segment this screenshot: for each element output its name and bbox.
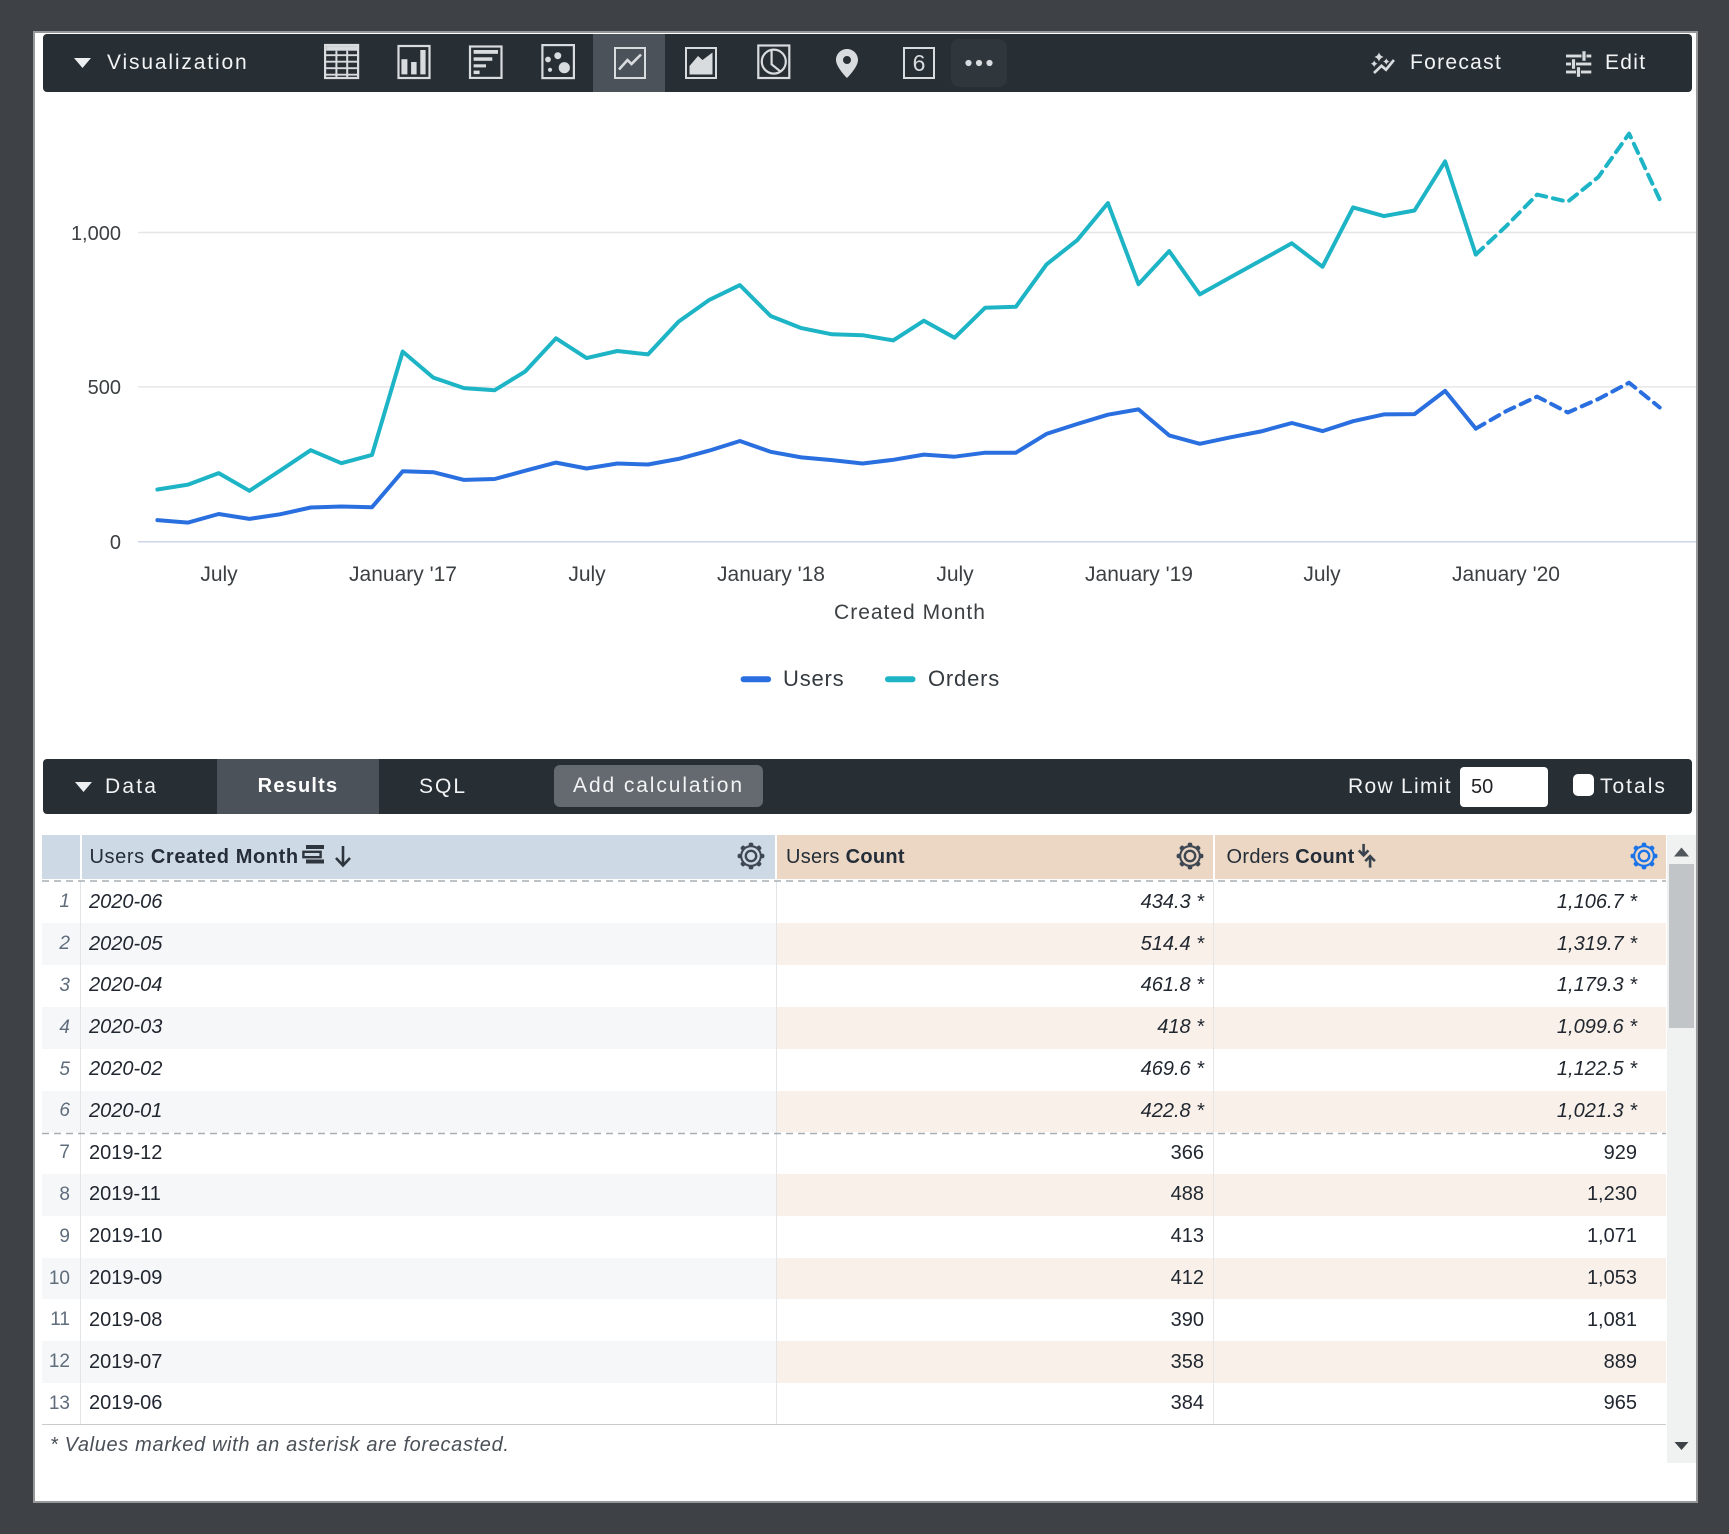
svg-text:January '20: January '20 xyxy=(1452,563,1560,586)
svg-text:July: July xyxy=(200,563,238,586)
svg-text:500: 500 xyxy=(88,377,121,399)
svg-text:Orders: Orders xyxy=(928,666,1000,691)
svg-text:July: July xyxy=(568,563,606,586)
svg-text:1,000: 1,000 xyxy=(71,223,121,245)
svg-text:Users: Users xyxy=(783,666,844,691)
svg-text:January '17: January '17 xyxy=(349,563,457,586)
svg-text:July: July xyxy=(936,563,974,586)
svg-text:July: July xyxy=(1303,563,1341,586)
svg-text:6: 6 xyxy=(913,50,926,76)
svg-text:Created Month: Created Month xyxy=(834,601,986,624)
svg-text:0: 0 xyxy=(110,532,121,554)
svg-text:January '19: January '19 xyxy=(1085,563,1193,586)
svg-text:January '18: January '18 xyxy=(717,563,825,586)
